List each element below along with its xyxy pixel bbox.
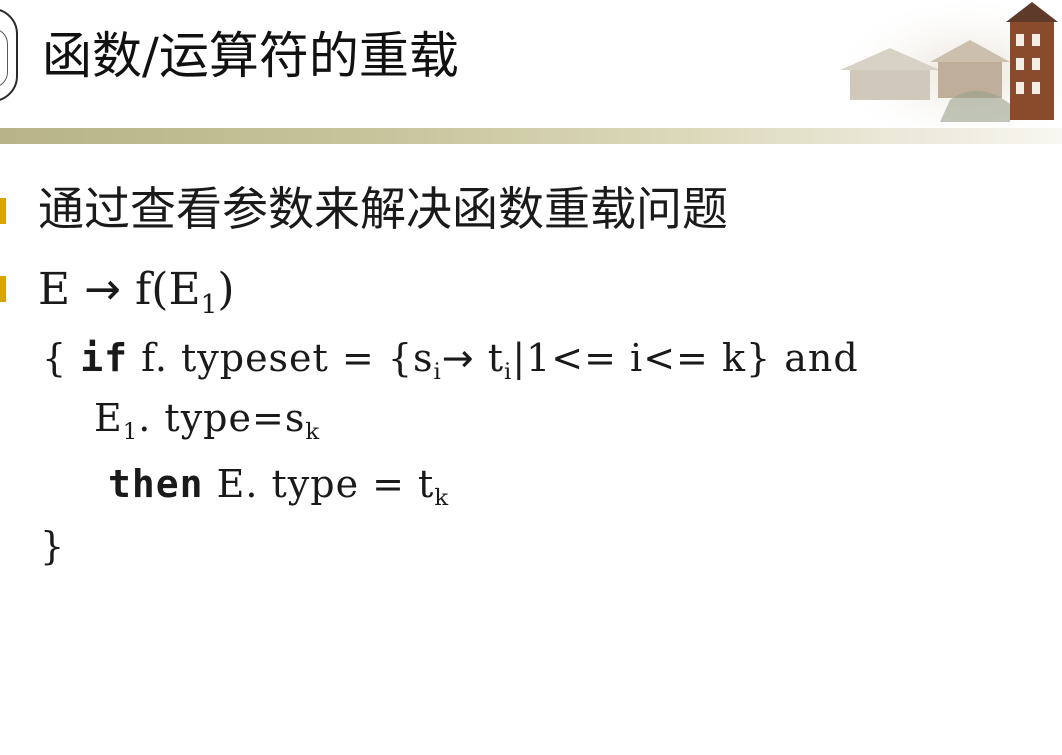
production-rule: E → f(E1) bbox=[38, 264, 235, 321]
bullet-text: 通过查看参数来解决函数重载问题 bbox=[38, 182, 728, 236]
campus-building-image bbox=[830, 0, 1062, 130]
logo-seal-icon bbox=[0, 28, 8, 88]
bullet-marker bbox=[0, 276, 6, 302]
keyword-if: if bbox=[80, 336, 129, 380]
university-logo bbox=[0, 8, 18, 102]
keyword-then: then bbox=[108, 462, 204, 506]
semantic-rule-line-2: E1. type=sk bbox=[94, 396, 321, 445]
semantic-rule-close: } bbox=[40, 524, 66, 568]
semantic-rule-line-3: then E. type = tk bbox=[108, 462, 450, 511]
bullet-marker bbox=[0, 198, 6, 224]
semantic-rule-line-1: { if f. typeset = {si→ ti|1<= i<= k} and bbox=[42, 336, 859, 385]
title-divider bbox=[0, 128, 1062, 144]
slide-title: 函数/运算符的重载 bbox=[42, 27, 459, 85]
